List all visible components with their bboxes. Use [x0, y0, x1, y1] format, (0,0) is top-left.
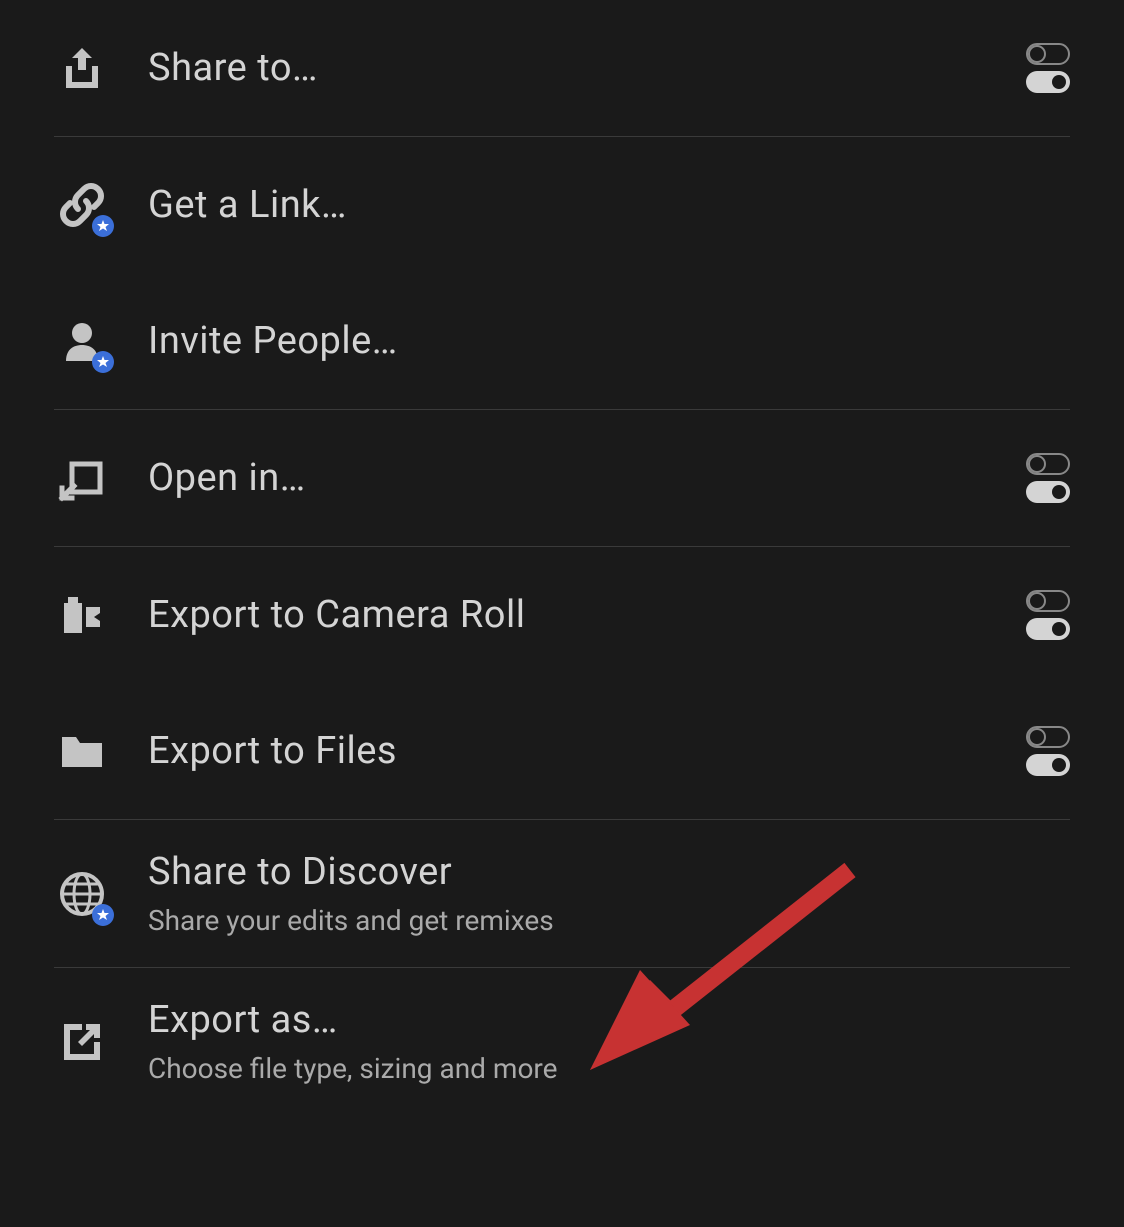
toggle-on: [1026, 71, 1070, 93]
toggle-on: [1026, 618, 1070, 640]
toggle-group[interactable]: [1026, 43, 1070, 93]
folder-icon: [54, 723, 110, 779]
export-as-menu-item[interactable]: Export as… Choose file type, sizing and …: [0, 968, 1124, 1115]
menu-item-label: Open in…: [148, 456, 1026, 500]
open-in-menu-item[interactable]: Open in…: [0, 410, 1124, 546]
camera-roll-icon: [54, 587, 110, 643]
menu-item-label: Share to…: [148, 46, 1026, 90]
link-icon: [54, 177, 110, 233]
menu-item-label: Export to Files: [148, 729, 1026, 773]
share-icon: [54, 40, 110, 96]
menu-item-label: Export as…: [148, 998, 1070, 1042]
export-icon: [54, 1014, 110, 1070]
menu-item-label: Invite People…: [148, 319, 1070, 363]
star-badge-icon: [92, 215, 114, 237]
toggle-off: [1026, 590, 1070, 612]
share-to-menu-item[interactable]: Share to…: [0, 0, 1124, 136]
menu-item-subtitle: Share your edits and get remixes: [148, 904, 1070, 937]
star-badge-icon: [92, 351, 114, 373]
toggle-group[interactable]: [1026, 453, 1070, 503]
person-icon: [54, 313, 110, 369]
open-in-icon: [54, 450, 110, 506]
export-camera-roll-menu-item[interactable]: Export to Camera Roll: [0, 547, 1124, 683]
menu-item-label: Get a Link…: [148, 183, 1070, 227]
toggle-group[interactable]: [1026, 590, 1070, 640]
menu-item-label: Share to Discover: [148, 850, 1070, 894]
toggle-on: [1026, 481, 1070, 503]
globe-icon: [54, 866, 110, 922]
toggle-off: [1026, 453, 1070, 475]
toggle-off: [1026, 43, 1070, 65]
toggle-off: [1026, 726, 1070, 748]
star-badge-icon: [92, 904, 114, 926]
menu-item-label: Export to Camera Roll: [148, 593, 1026, 637]
toggle-on: [1026, 754, 1070, 776]
share-menu: Share to… Get a Link…: [0, 0, 1124, 1115]
get-link-menu-item[interactable]: Get a Link…: [0, 137, 1124, 273]
invite-people-menu-item[interactable]: Invite People…: [0, 273, 1124, 409]
export-files-menu-item[interactable]: Export to Files: [0, 683, 1124, 819]
share-discover-menu-item[interactable]: Share to Discover Share your edits and g…: [0, 820, 1124, 967]
menu-item-subtitle: Choose file type, sizing and more: [148, 1052, 1070, 1085]
toggle-group[interactable]: [1026, 726, 1070, 776]
